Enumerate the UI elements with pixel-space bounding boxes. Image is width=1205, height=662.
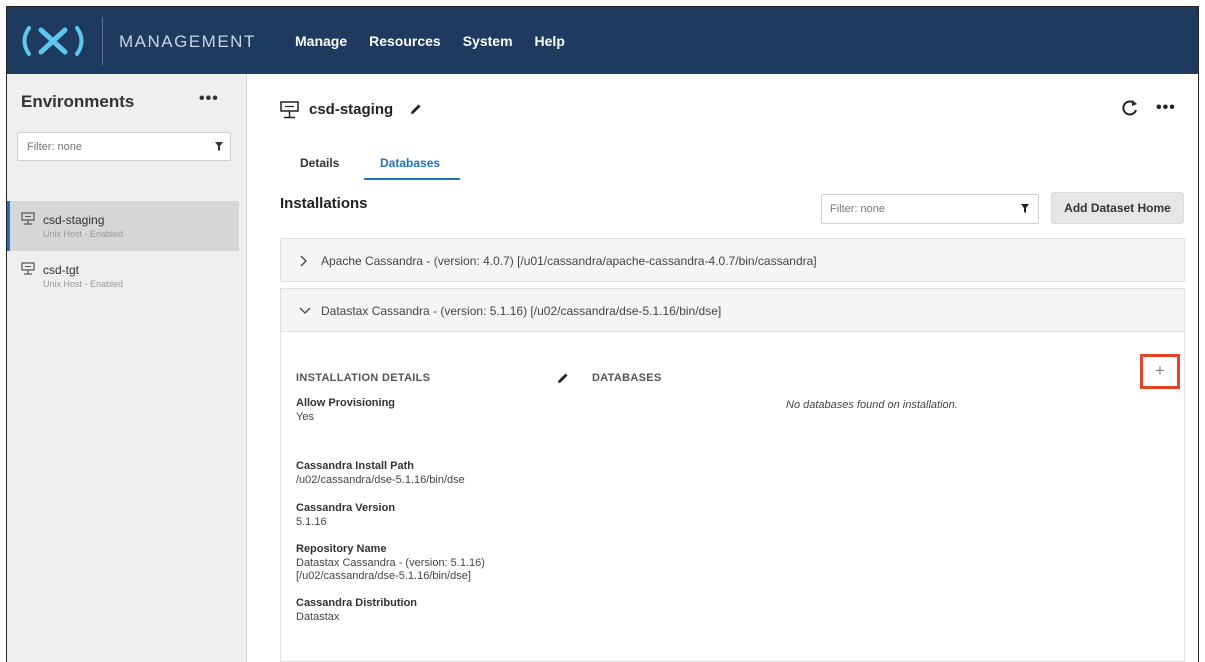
installation-label: Datastax Cassandra - (version: 5.1.16) [… [321,304,722,318]
installations-heading: Installations [280,195,368,212]
chevron-right-icon[interactable] [299,255,309,267]
sidebar-filter-input[interactable] [18,133,208,160]
host-icon [280,101,299,119]
sidebar-filter-field[interactable] [17,132,231,161]
sidebar-item-csd-tgt[interactable]: csd-tgt Unix Host - Enabled [7,251,239,301]
env-status: Unix Host - Enabled [43,229,124,239]
env-name: csd-staging [43,213,105,227]
tab-details[interactable]: Details [300,156,339,170]
add-database-button[interactable]: + [1140,354,1180,389]
chevron-down-icon[interactable] [299,306,311,316]
installation-row-datastax-cassandra[interactable]: Datastax Cassandra - (version: 5.1.16) [… [280,288,1185,332]
top-nav-bar: MANAGEMENT Manage Resources System Help [7,7,1198,74]
active-tab-indicator [364,178,460,180]
host-icon [21,262,35,275]
edit-details-pencil-icon[interactable] [557,372,569,384]
plus-icon: + [1155,361,1165,380]
filter-funnel-icon[interactable] [1021,204,1029,213]
main-content: csd-staging ••• Details Databases Instal… [247,74,1198,662]
installation-label: Apache Cassandra - (version: 4.0.7) [/u0… [321,254,817,268]
app-window: MANAGEMENT Manage Resources System Help … [6,6,1199,662]
installation-details-heading: INSTALLATION DETAILS [296,372,431,384]
nav-help[interactable]: Help [535,33,565,49]
empty-databases-message: No databases found on installation. [786,399,958,411]
installations-filter-field[interactable] [821,194,1039,224]
nav-system[interactable]: System [463,33,513,49]
page-title: csd-staging [309,101,394,118]
sidebar-item-csd-staging[interactable]: csd-staging Unix Host - Enabled [7,201,239,251]
field-value: 5.1.16 [296,516,327,528]
add-dataset-home-button[interactable]: Add Dataset Home [1051,192,1184,224]
field-value: Datastax [296,611,340,623]
logo-divider [102,17,103,65]
sidebar-title: Environments [21,92,135,111]
environments-sidebar: Environments ••• csd-staging Unix Host -… [7,74,247,662]
installation-details-panel: INSTALLATION DETAILS DATABASES + No data… [280,332,1185,662]
nav-resources[interactable]: Resources [369,33,441,49]
env-name: csd-tgt [43,263,80,277]
field-label: Cassandra Version [296,502,396,514]
refresh-icon[interactable] [1121,99,1139,117]
field-label: Allow Provisioning [296,397,396,409]
tab-databases[interactable]: Databases [380,156,440,170]
field-label: Repository Name [296,543,387,555]
main-nav: Manage Resources System Help [295,33,565,49]
edit-title-pencil-icon[interactable] [410,103,422,115]
host-icon [21,212,35,225]
delphix-logo-icon[interactable] [19,24,87,58]
databases-heading: DATABASES [592,372,662,384]
field-value: [/u02/cassandra/dse-5.1.16/bin/dse] [296,570,471,582]
more-options-icon[interactable]: ••• [1156,99,1176,117]
field-label: Cassandra Install Path [296,460,414,472]
field-value: Yes [296,411,314,423]
env-status: Unix Host - Enabled [43,279,124,289]
field-value: /u02/cassandra/dse-5.1.16/bin/dse [296,474,465,486]
nav-manage[interactable]: Manage [295,33,347,49]
field-label: Cassandra Distribution [296,597,418,609]
brand-title: MANAGEMENT [119,32,256,51]
field-value: Datastax Cassandra - (version: 5.1.16) [296,557,485,569]
sidebar-more-menu-icon[interactable]: ••• [199,90,219,108]
installation-row-apache-cassandra[interactable]: Apache Cassandra - (version: 4.0.7) [/u0… [280,238,1185,282]
filter-funnel-icon[interactable] [215,142,223,151]
installations-filter-input[interactable] [822,195,1012,223]
